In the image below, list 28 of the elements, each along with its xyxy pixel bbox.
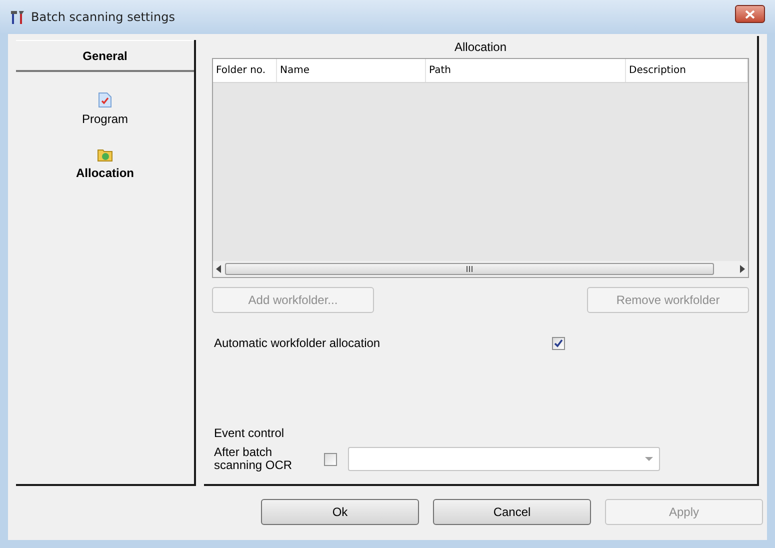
option-label: Automatic workfolder allocation: [213, 335, 382, 352]
window-title: Batch scanning settings: [31, 9, 175, 26]
folder-icon: [96, 148, 113, 162]
column-header[interactable]: Description: [626, 59, 748, 82]
option-label: After batch scanning OCR: [213, 446, 294, 472]
panel-title: Allocation: [453, 39, 508, 56]
scrollbar-thumb[interactable]: [225, 263, 714, 275]
dialog-button[interactable]: Cancel: [433, 499, 591, 525]
document-check-icon: [98, 92, 112, 108]
column-header[interactable]: Path: [426, 59, 626, 82]
dropdown-arrow-icon: [645, 457, 653, 461]
tools-icon: [10, 9, 26, 25]
close-button[interactable]: [735, 5, 765, 23]
grip-icon: [466, 266, 473, 272]
right-arrow-icon: [740, 265, 745, 273]
dialog-button[interactable]: Ok: [261, 499, 419, 525]
left-arrow-icon: [216, 265, 221, 273]
sidebar-header: General: [16, 40, 194, 72]
close-icon: [745, 10, 755, 18]
horizontal-scrollbar[interactable]: [213, 261, 748, 277]
column-header[interactable]: Name: [277, 59, 426, 82]
sidebar-item[interactable]: Allocation: [76, 148, 134, 182]
dropdown-field[interactable]: [348, 447, 660, 471]
sidebar-item[interactable]: Program: [82, 92, 128, 128]
checkbox[interactable]: [552, 336, 565, 350]
section-title: Event control: [213, 425, 286, 442]
checkbox[interactable]: [324, 452, 337, 466]
column-header[interactable]: Folder no.: [213, 59, 277, 82]
